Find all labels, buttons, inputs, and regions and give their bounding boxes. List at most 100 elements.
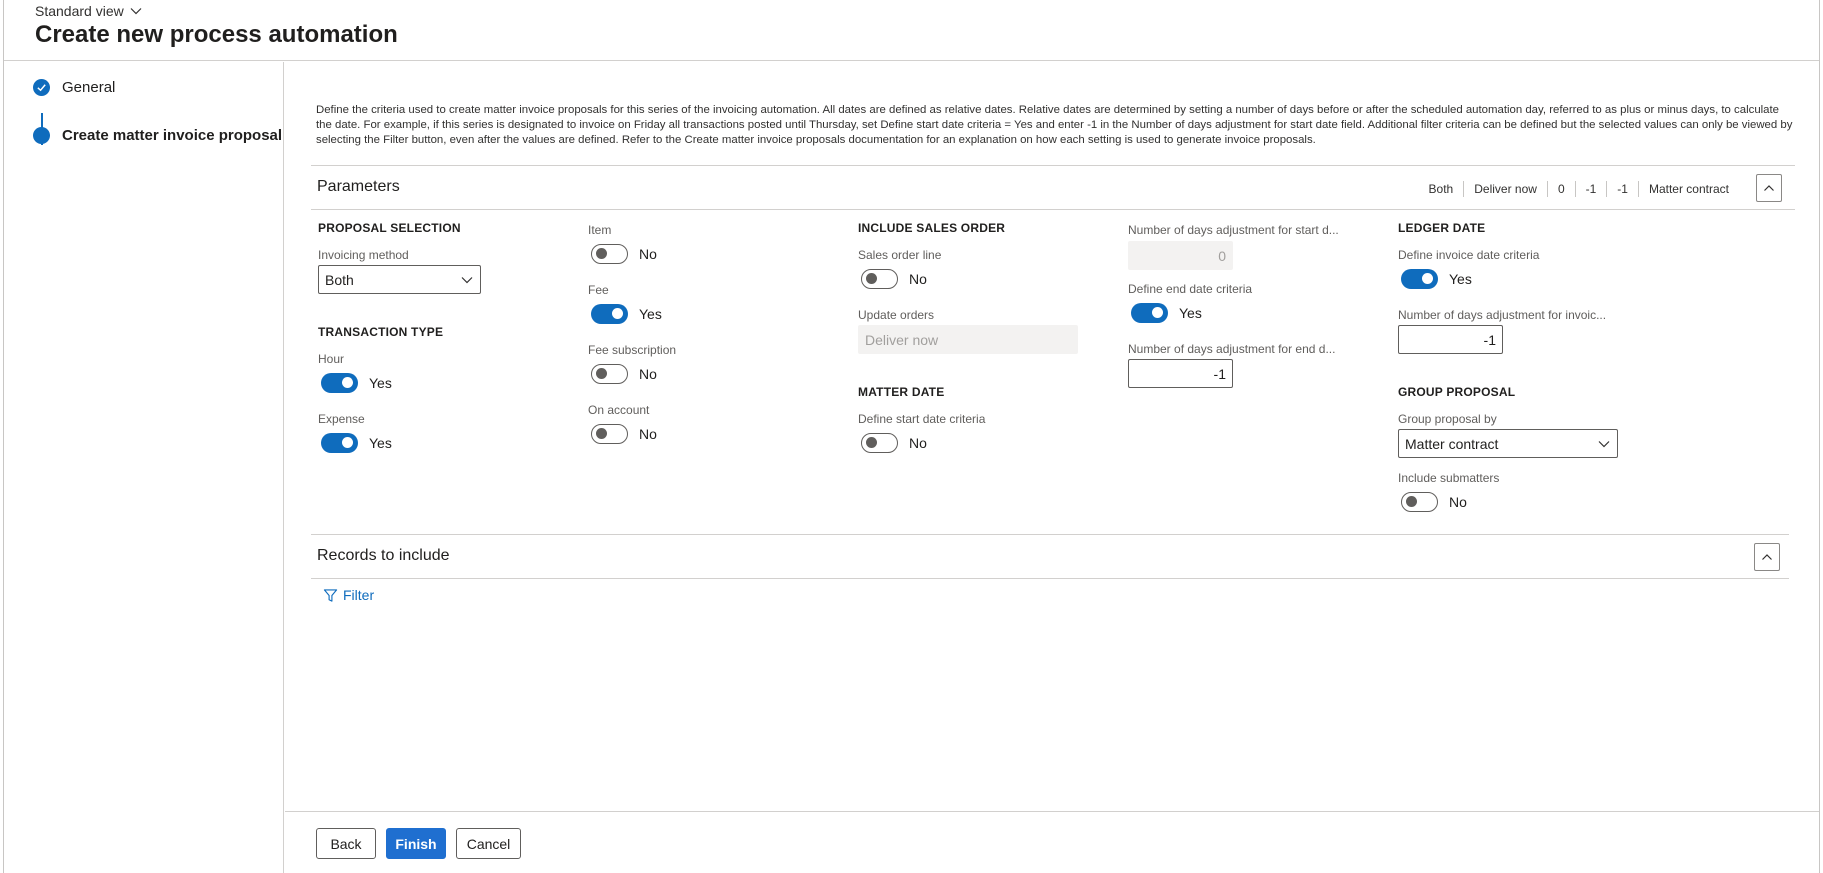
step-label: General — [62, 79, 116, 96]
field-value: Deliver now — [865, 331, 939, 348]
end-date-days-input[interactable]: -1 — [1128, 359, 1233, 388]
window-right-border — [1819, 0, 1820, 873]
chevron-down-icon — [130, 8, 142, 15]
toggle-switch — [1401, 269, 1438, 289]
start-date-days-field: 0 — [1128, 241, 1233, 270]
toggle-state: No — [1449, 494, 1467, 510]
invoicing-method-select[interactable]: Both — [318, 265, 481, 294]
invoice-date-days-input[interactable]: -1 — [1398, 325, 1503, 354]
toggle-state: No — [909, 435, 927, 451]
summary-value: -1 — [1574, 181, 1607, 197]
toggle-state: No — [639, 246, 657, 262]
filter-icon — [323, 588, 338, 602]
field-label: Include submatters — [1398, 471, 1500, 485]
toggle-switch — [1401, 492, 1438, 512]
toggle-switch — [591, 424, 628, 444]
chevron-down-icon — [461, 276, 473, 283]
summary-value: -1 — [1606, 181, 1638, 197]
field-label: On account — [588, 403, 650, 417]
summary-value: 0 — [1546, 181, 1575, 197]
toggle-switch — [861, 269, 898, 289]
section-title: Parameters — [317, 178, 400, 195]
step-create-matter-invoice-proposal[interactable]: Create matter invoice proposal — [33, 127, 282, 144]
toggle-state: Yes — [1179, 305, 1202, 321]
group-heading: LEDGER DATE — [1398, 221, 1486, 235]
view-selector-label: Standard view — [35, 3, 124, 19]
main-content: Define the criteria used to create matte… — [285, 62, 1819, 873]
group-heading: MATTER DATE — [858, 385, 945, 399]
fee-toggle[interactable]: Yes — [591, 304, 662, 324]
group-heading: GROUP PROPOSAL — [1398, 385, 1516, 399]
filter-button[interactable]: Filter — [323, 587, 374, 603]
expense-toggle[interactable]: Yes — [321, 433, 392, 453]
toggle-switch — [591, 304, 628, 324]
field-label: Number of days adjustment for end d... — [1128, 342, 1336, 356]
collapse-records-button[interactable] — [1754, 543, 1780, 571]
field-label: Define end date criteria — [1128, 282, 1253, 296]
define-end-date-toggle[interactable]: Yes — [1131, 303, 1202, 323]
summary-value: Matter contract — [1637, 181, 1739, 197]
select-value: Both — [325, 271, 354, 288]
chevron-up-icon — [1764, 185, 1774, 191]
field-label: Group proposal by — [1398, 412, 1497, 426]
field-label: Number of days adjustment for start d... — [1128, 223, 1339, 237]
collapse-parameters-button[interactable] — [1756, 174, 1782, 202]
instructions-text: Define the criteria used to create matte… — [316, 104, 1793, 146]
cancel-button[interactable]: Cancel — [456, 828, 521, 859]
toggle-state: Yes — [639, 306, 662, 322]
records-section-header[interactable]: Records to include — [311, 534, 1789, 579]
toggle-switch — [591, 364, 628, 384]
group-heading: INCLUDE SALES ORDER — [858, 221, 1006, 235]
update-orders-field: Deliver now — [858, 325, 1078, 354]
group-heading: TRANSACTION TYPE — [318, 325, 444, 339]
hour-toggle[interactable]: Yes — [321, 373, 392, 393]
step-general[interactable]: General — [33, 79, 115, 96]
toggle-switch — [1131, 303, 1168, 323]
step-label: Create matter invoice proposal — [62, 127, 283, 144]
page-title: Create new process automation — [35, 21, 398, 48]
item-toggle[interactable]: No — [591, 244, 657, 264]
toggle-switch — [591, 244, 628, 264]
on-account-toggle[interactable]: No — [591, 424, 657, 444]
filter-label: Filter — [343, 587, 375, 603]
finish-button[interactable]: Finish — [386, 828, 446, 859]
toggle-switch — [861, 433, 898, 453]
page-header: Standard view Create new process automat… — [4, 0, 1819, 61]
field-label: Update orders — [858, 308, 935, 322]
field-value: -1 — [1213, 365, 1226, 382]
section-title: Records to include — [317, 547, 450, 564]
toggle-state: No — [909, 271, 927, 287]
field-label: Number of days adjustment for invoic... — [1398, 308, 1607, 322]
group-proposal-by-select[interactable]: Matter contract — [1398, 429, 1618, 458]
select-value: Matter contract — [1405, 435, 1499, 452]
field-label: Fee subscription — [588, 343, 677, 357]
chevron-up-icon — [1762, 554, 1772, 560]
fee-subscription-toggle[interactable]: No — [591, 364, 657, 384]
parameters-summary: Both Deliver now 0 -1 -1 Matter contract — [1419, 181, 1739, 197]
field-label: Expense — [318, 412, 365, 426]
toggle-state: No — [639, 366, 657, 382]
toggle-state: Yes — [369, 435, 392, 451]
chevron-down-icon — [1598, 440, 1610, 447]
wizard-steps: General Create matter invoice proposal — [4, 62, 284, 873]
field-label: Hour — [318, 352, 345, 366]
current-step-icon — [33, 127, 50, 144]
back-button[interactable]: Back — [316, 828, 376, 859]
parameters-section-header[interactable]: Parameters Both Deliver now 0 -1 -1 Matt… — [311, 165, 1795, 210]
view-selector[interactable]: Standard view — [35, 3, 142, 19]
field-label: Invoicing method — [318, 248, 409, 262]
toggle-switch — [321, 373, 358, 393]
field-label: Define invoice date criteria — [1398, 248, 1540, 262]
wizard-footer: Back Finish Cancel — [285, 811, 1819, 873]
field-label: Define start date criteria — [858, 412, 986, 426]
define-start-date-toggle[interactable]: No — [861, 433, 927, 453]
group-heading: PROPOSAL SELECTION — [318, 221, 461, 235]
include-submatters-toggle[interactable]: No — [1401, 492, 1467, 512]
sales-order-line-toggle[interactable]: No — [861, 269, 927, 289]
field-value: 0 — [1218, 247, 1226, 264]
toggle-state: No — [639, 426, 657, 442]
summary-value: Both — [1428, 182, 1454, 196]
field-label: Sales order line — [858, 248, 942, 262]
define-invoice-date-toggle[interactable]: Yes — [1401, 269, 1472, 289]
field-value: -1 — [1483, 331, 1496, 348]
